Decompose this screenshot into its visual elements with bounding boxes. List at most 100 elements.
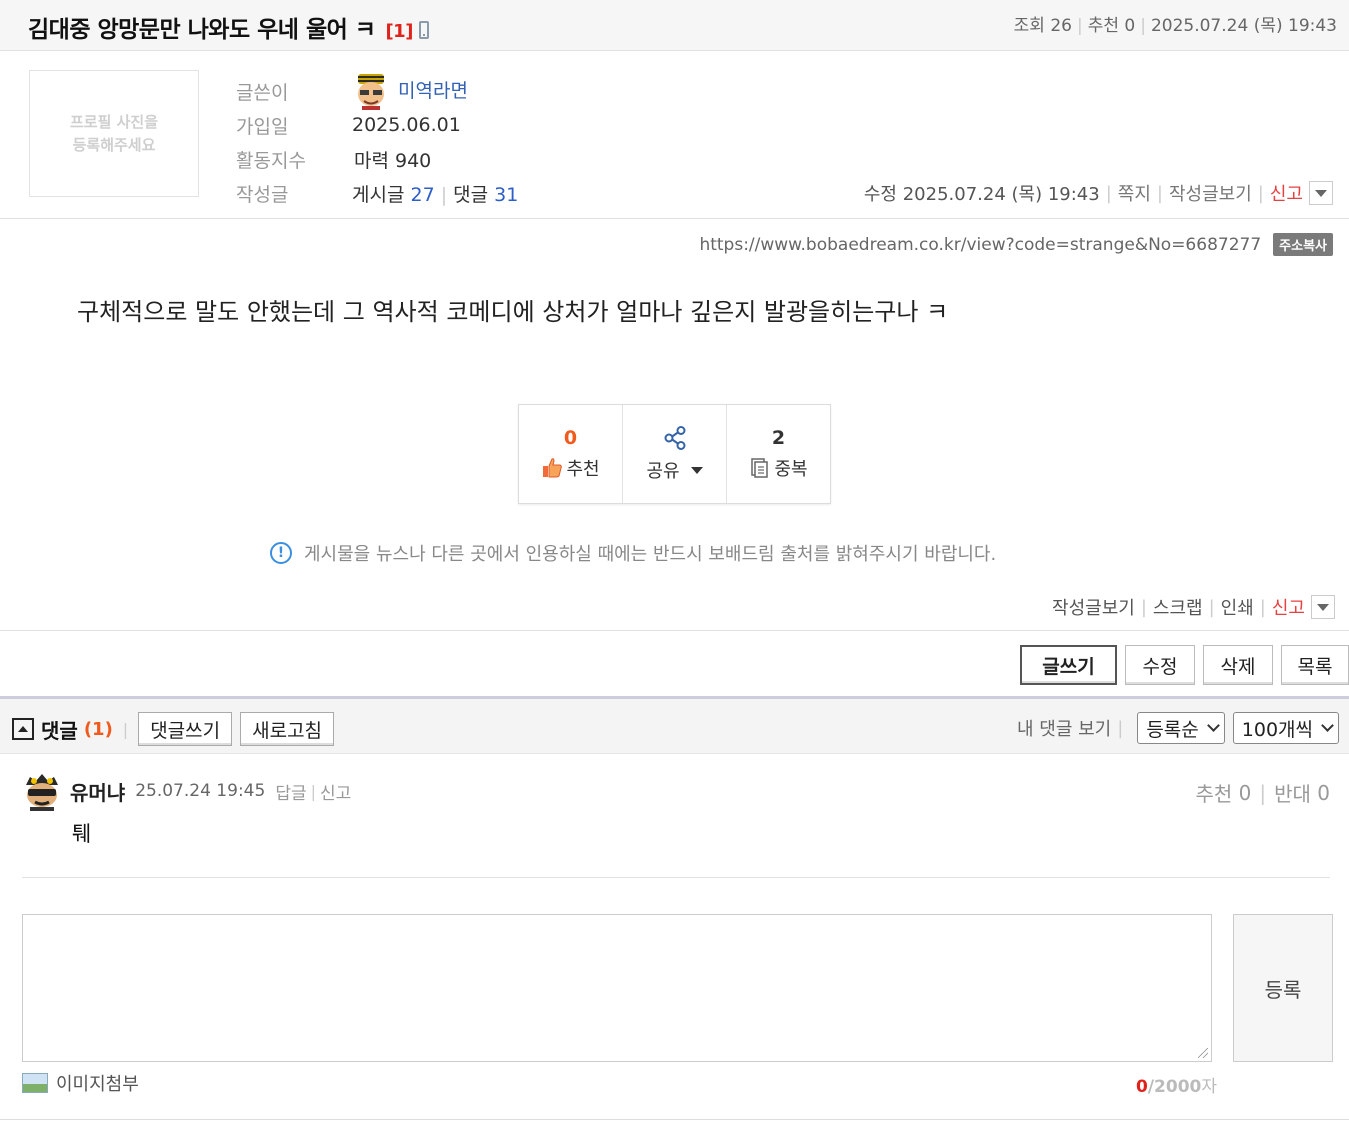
caret-down-icon <box>690 466 703 474</box>
activity-value: 마력 940 <box>354 149 432 172</box>
views-label: 조회 <box>1013 16 1045 36</box>
report-link[interactable]: 신고 <box>1272 594 1305 620</box>
author-name[interactable]: 미역라면 <box>398 80 468 102</box>
commenter-avatar-icon[interactable] <box>22 771 62 811</box>
caret-up-icon <box>18 726 28 732</box>
post-datetime: 2025.07.24 (목) 19:43 <box>1150 16 1337 36</box>
author-value: 미역라면 <box>352 72 468 110</box>
submit-comment-button[interactable]: 등록 <box>1233 914 1333 1062</box>
caret-down-icon <box>1315 189 1327 197</box>
post-actions: 글쓰기 수정 삭제 목록 <box>1020 645 1349 685</box>
my-comments-link[interactable]: 내 댓글 보기 <box>1017 715 1111 741</box>
collapse-icon[interactable] <box>12 718 34 740</box>
upvote-count: 0 <box>1238 780 1252 805</box>
report-link[interactable]: 신고 <box>1270 180 1303 206</box>
message-link[interactable]: 쪽지 <box>1118 180 1151 206</box>
list-button[interactable]: 목록 <box>1281 645 1349 685</box>
sort-value: 등록순 <box>1146 718 1199 741</box>
chevron-down-icon <box>1206 719 1220 732</box>
recommend-label: 추천 <box>566 459 600 480</box>
commenter-name[interactable]: 유머냐 <box>70 777 125 806</box>
divider <box>0 1119 1349 1120</box>
comments-title: 댓글 <box>41 718 78 743</box>
reply-link[interactable]: 답글 <box>275 779 306 804</box>
notice: ! 게시물을 뉴스나 다른 곳에서 인용하실 때에는 반드시 보배드림 출처를 … <box>270 540 996 566</box>
share-button[interactable]: 공유 <box>623 405 727 503</box>
image-attach[interactable]: 이미지첨부 <box>22 1070 139 1096</box>
write-comment-button[interactable]: 댓글쓰기 <box>138 712 233 746</box>
image-icon <box>22 1073 48 1093</box>
post-title: 김대중 앙망문만 나와도 우네 울어 ㅋ [1] <box>28 10 429 44</box>
upvote-label[interactable]: 추천 <box>1195 778 1232 807</box>
view-posts-link[interactable]: 작성글보기 <box>1169 180 1252 206</box>
downvote-count: 0 <box>1317 780 1330 805</box>
mobile-icon <box>418 21 429 39</box>
write-button[interactable]: 글쓰기 <box>1020 645 1117 685</box>
per-page-value: 100개씩 <box>1241 718 1313 741</box>
comments-header: 댓글 (1) | 댓글쓰기 새로고침 내 댓글 보기 | 등록순 100개씩 <box>0 696 1349 754</box>
posts-count[interactable]: 27 <box>411 184 435 206</box>
posts-value: 게시글 27 | 댓글 31 <box>352 183 519 206</box>
activity-label: 활동지수 <box>236 149 306 172</box>
profile-info: 글쓴이 미역라면 가입일 2025.06.01 활동지수 마력 940 작성글 … <box>236 74 518 210</box>
refresh-button[interactable]: 새로고침 <box>240 712 335 746</box>
divider <box>0 218 1349 219</box>
author-label: 글쓴이 <box>236 81 289 104</box>
comment-text: 퉤 <box>72 822 92 846</box>
comment-date: 25.07.24 19:45 <box>135 781 266 801</box>
report-dropdown-button[interactable] <box>1309 181 1333 205</box>
chevron-down-icon <box>1321 719 1334 732</box>
duplicate-count: 2 <box>771 427 786 449</box>
profile-photo-placeholder: 프로필 사진을등록해주세요 <box>29 70 199 197</box>
posts-label: 작성글 <box>236 183 289 206</box>
notice-text: 게시물을 뉴스나 다른 곳에서 인용하실 때에는 반드시 보배드림 출처를 밝혀… <box>304 544 997 565</box>
post-body: 구체적으로 말도 안했는데 그 역사적 코메디에 상처가 얼마나 깊은지 발광을… <box>77 298 949 326</box>
char-count: 0 <box>1136 1077 1148 1097</box>
comments-count[interactable]: 31 <box>494 184 518 206</box>
recommend-count: 0 <box>563 427 578 449</box>
profile-row-activity: 활동지수 마력 940 <box>236 142 518 176</box>
profile-row-posts: 작성글 게시글 27 | 댓글 31 <box>236 176 518 210</box>
edited-datetime: 수정 2025.07.24 (목) 19:43 <box>863 184 1100 205</box>
per-page-select[interactable]: 100개씩 <box>1232 712 1339 744</box>
post-title-text: 김대중 앙망문만 나와도 우네 울어 ㅋ <box>28 17 376 43</box>
author-avatar-icon[interactable] <box>352 72 390 110</box>
char-unit: 자 <box>1201 1077 1218 1097</box>
comment-item: 유머냐 25.07.24 19:45 답글 | 신고 추천 0 | 반대 0 퉤 <box>22 768 1330 878</box>
recommend-label: 추천 <box>1087 16 1119 36</box>
recommend-button[interactable]: 0 추천 <box>519 405 623 503</box>
edit-button[interactable]: 수정 <box>1125 645 1195 685</box>
profile-placeholder-line1: 프로필 사진을 <box>69 112 159 131</box>
char-counter: 0/2000자 <box>1136 1072 1217 1097</box>
profile-placeholder-line2: 등록해주세요 <box>72 135 156 154</box>
share-label: 공유 <box>646 461 680 482</box>
info-icon: ! <box>270 542 292 564</box>
duplicate-label: 중복 <box>774 459 808 480</box>
comment-report-link[interactable]: 신고 <box>320 779 351 804</box>
duplicate-button[interactable]: 2 중복 <box>727 405 830 503</box>
reaction-buttons: 0 추천 공유 2 중복 <box>518 404 831 504</box>
posts-text: 게시글 <box>352 183 405 206</box>
print-link[interactable]: 인쇄 <box>1221 594 1254 620</box>
comment-votes: 추천 0 | 반대 0 <box>1195 778 1330 807</box>
copy-url-button[interactable]: 주소복사 <box>1273 233 1333 256</box>
comments-count: (1) <box>83 718 113 740</box>
profile-row-joined: 가입일 2025.06.01 <box>236 108 518 142</box>
delete-button[interactable]: 삭제 <box>1203 645 1273 685</box>
document-icon <box>751 458 769 478</box>
post-meta: 조회 26 | 추천 0 | 2025.07.24 (목) 19:43 <box>1013 16 1337 36</box>
view-posts-link[interactable]: 작성글보기 <box>1052 594 1135 620</box>
downvote-label[interactable]: 반대 <box>1274 778 1311 807</box>
post-url-row: https://www.bobaedream.co.kr/view?code=s… <box>699 233 1333 256</box>
resize-handle-icon[interactable] <box>1198 1048 1208 1058</box>
sort-select[interactable]: 등록순 <box>1137 712 1225 744</box>
comment-textarea[interactable] <box>22 914 1212 1062</box>
report-dropdown-button[interactable] <box>1311 595 1335 619</box>
scrap-link[interactable]: 스크랩 <box>1153 594 1203 620</box>
caret-down-icon <box>1317 603 1329 611</box>
joined-date: 2025.06.01 <box>352 114 461 136</box>
title-bar: 김대중 앙망문만 나와도 우네 울어 ㅋ [1] 조회 26 | 추천 0 | 2025.… <box>0 0 1349 51</box>
edit-meta: 수정 2025.07.24 (목) 19:43 | 쪽지 | 작성글보기 | 신고 <box>864 180 1333 206</box>
joined-label: 가입일 <box>236 115 289 138</box>
comment-count-badge[interactable]: [1] <box>385 21 413 42</box>
